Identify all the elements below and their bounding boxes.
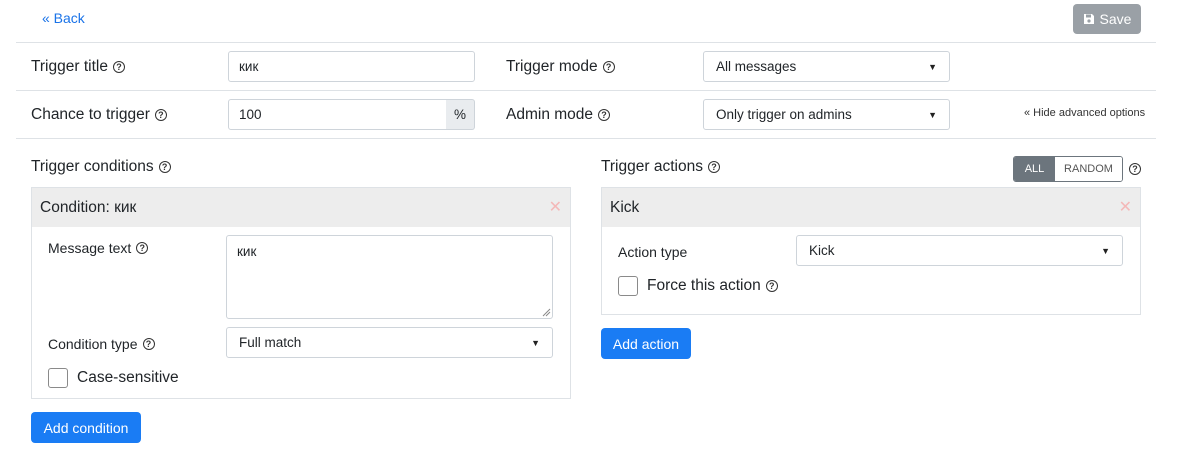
percent-addon: % [446,99,475,130]
help-icon[interactable]: ? [158,161,171,173]
admin-mode-value: Only trigger on admins [716,107,852,122]
force-action-checkbox[interactable] [618,276,638,296]
condition-type-label-text: Condition type [48,336,138,352]
chance-label: Chance to trigger ? [31,106,167,124]
condition-type-value: Full match [239,335,302,350]
caret-down-icon: ▼ [1101,245,1110,256]
help-icon[interactable]: ? [598,109,611,121]
message-text-textarea[interactable]: кик [226,235,553,319]
case-sensitive-label: Case-sensitive [77,369,179,386]
help-icon[interactable]: ? [602,61,615,73]
trigger-title-input[interactable]: кик [228,51,475,82]
force-action-text: Force this action [647,277,761,294]
close-icon[interactable]: ✕ [1119,199,1132,216]
action-panel-header: Kick ✕ [602,188,1140,227]
admin-mode-select[interactable]: Only trigger on admins ▼ [703,99,950,130]
help-icon[interactable]: ? [1129,163,1141,175]
conditions-heading-text: Trigger conditions [31,158,154,175]
condition-type-select[interactable]: Full match ▼ [226,327,553,358]
actions-heading-text: Trigger actions [601,158,703,175]
help-icon[interactable]: ? [154,109,167,121]
toggle-random[interactable]: RANDOM [1055,157,1122,181]
trigger-title-text: Trigger title [31,58,108,75]
trigger-title-label: Trigger title ? [31,58,125,76]
caret-down-icon: ▼ [531,337,540,348]
condition-panel-header: Condition: кик ✕ [32,188,570,227]
trigger-mode-label: Trigger mode ? [506,58,615,76]
chance-value: 100 [239,107,262,122]
message-text-label: Message text ? [48,240,149,256]
action-type-value: Kick [809,243,835,258]
save-button[interactable]: Save [1073,4,1141,34]
help-icon[interactable]: ? [765,280,778,292]
trigger-mode-value: All messages [716,59,797,74]
close-icon[interactable]: ✕ [549,199,562,216]
toggle-all[interactable]: ALL [1014,157,1055,181]
action-type-select[interactable]: Kick ▼ [796,235,1123,266]
force-action-label: Force this action ? [647,277,778,295]
help-icon[interactable]: ? [707,161,720,173]
add-action-button[interactable]: Add action [601,328,691,359]
message-text-value: кик [237,244,257,259]
action-mode-toggle: ALL RANDOM [1013,156,1123,182]
trigger-mode-select[interactable]: All messages ▼ [703,51,950,82]
admin-mode-label: Admin mode ? [506,106,611,124]
trigger-title-value: кик [239,59,259,74]
hide-advanced-link[interactable]: « Hide advanced options [1024,107,1145,119]
help-icon[interactable]: ? [112,61,125,73]
floppy-disk-icon [1083,14,1094,24]
condition-type-label: Condition type ? [48,336,155,352]
resize-handle-icon[interactable] [542,308,551,317]
action-type-label: Action type [618,244,688,260]
add-condition-button[interactable]: Add condition [31,412,141,443]
divider [16,42,1156,43]
help-icon[interactable]: ? [142,338,155,350]
chance-input[interactable]: 100 [228,99,447,130]
save-button-label: Save [1099,11,1132,27]
help-icon[interactable]: ? [136,242,149,254]
case-sensitive-checkbox[interactable] [48,368,68,388]
chance-text: Chance to trigger [31,106,150,123]
condition-panel-title: Condition: кик [40,198,137,216]
conditions-heading: Trigger conditions ? [31,158,171,176]
divider [16,138,1156,139]
caret-down-icon: ▼ [928,61,937,72]
percent-symbol: % [453,107,466,122]
actions-heading: Trigger actions ? [601,158,720,176]
trigger-mode-text: Trigger mode [506,58,598,75]
action-panel-title: Kick [610,198,640,216]
back-link[interactable]: « Back [42,10,85,26]
message-text-label-text: Message text [48,240,132,256]
caret-down-icon: ▼ [928,109,937,120]
divider [16,90,1156,91]
admin-mode-text: Admin mode [506,106,594,123]
